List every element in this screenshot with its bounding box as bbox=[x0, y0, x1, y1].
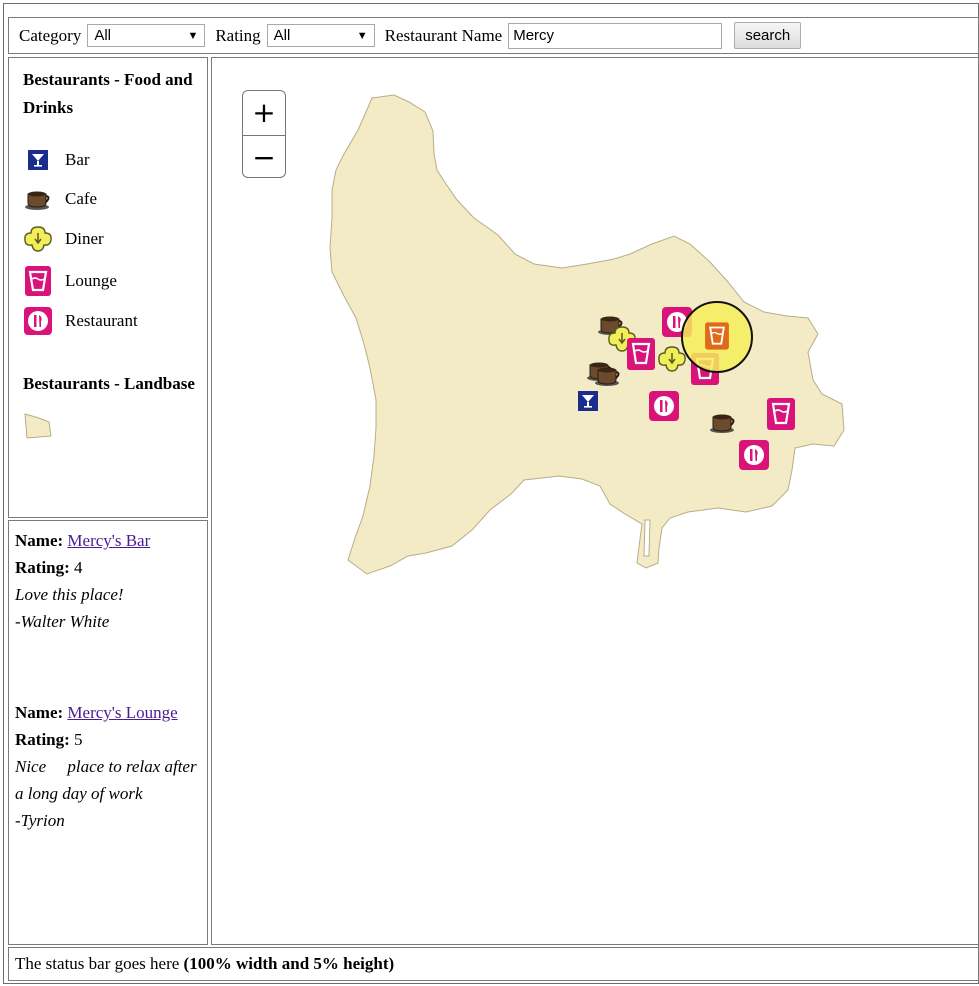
lounge-icon bbox=[23, 266, 53, 296]
rating-label: Rating bbox=[215, 25, 261, 45]
rating-label: Rating: bbox=[15, 558, 70, 577]
review-author: -Walter White bbox=[15, 612, 110, 631]
rating-select[interactable]: All ▼ bbox=[266, 24, 375, 47]
diner-icon bbox=[23, 224, 53, 254]
restaurant-name-input[interactable] bbox=[508, 22, 723, 49]
category-select-value: All bbox=[94, 27, 111, 44]
result-entry: Name: Mercy's Lounge Rating: 5 Nice plac… bbox=[15, 699, 203, 834]
legend-section-title-landbase: Bestaurants - Landbase bbox=[23, 374, 195, 393]
status-bold-text: (100% width and 5% height) bbox=[183, 954, 395, 973]
selected-lounge-marker[interactable] bbox=[705, 322, 729, 350]
name-label: Name: bbox=[15, 703, 64, 722]
legend-label-cafe: Cafe bbox=[65, 189, 98, 208]
map-view[interactable]: + − bbox=[211, 57, 979, 945]
zoom-out-button[interactable]: − bbox=[243, 136, 285, 180]
legend-item-lounge: Lounge bbox=[23, 260, 199, 302]
category-select[interactable]: All ▼ bbox=[87, 24, 206, 47]
rating-value: 5 bbox=[74, 730, 83, 749]
result-name-link[interactable]: Mercy's Lounge bbox=[67, 703, 177, 722]
legend-label-lounge: Lounge bbox=[65, 271, 117, 290]
lounge-marker[interactable] bbox=[625, 336, 657, 372]
review-text: Nice place to relax after a long day of … bbox=[15, 757, 201, 803]
search-toolbar: Category All ▼ Rating All ▼ Restaurant N… bbox=[8, 17, 979, 54]
rating-label: Rating: bbox=[15, 730, 70, 749]
coffee-cup-icon bbox=[23, 184, 53, 214]
restaurant-marker[interactable] bbox=[739, 440, 769, 470]
landbase-polygon[interactable] bbox=[329, 94, 845, 575]
restaurant-marker[interactable] bbox=[649, 391, 679, 421]
search-button[interactable]: search bbox=[734, 22, 802, 49]
result-name-link[interactable]: Mercy's Bar bbox=[67, 531, 150, 550]
name-label: Name: bbox=[15, 531, 64, 550]
polygon-swatch-icon bbox=[23, 412, 55, 447]
legend-panel: Bestaurants - Food and Drinks Bar Cafe D… bbox=[8, 57, 208, 518]
chevron-down-icon: ▼ bbox=[356, 29, 368, 42]
restaurant-name-label: Restaurant Name bbox=[384, 25, 503, 45]
cafe-marker[interactable] bbox=[594, 366, 620, 387]
bar-marker[interactable] bbox=[578, 391, 598, 411]
legend-item-restaurant: Restaurant bbox=[23, 302, 199, 340]
legend-item-bar: Bar bbox=[23, 140, 199, 180]
legend-item-diner: Diner bbox=[23, 218, 199, 260]
map-canvas[interactable] bbox=[212, 58, 979, 945]
result-entry: Name: Mercy's Bar Rating: 4 Love this pl… bbox=[15, 527, 203, 635]
status-bar: The status bar goes here (100% width and… bbox=[8, 947, 979, 981]
zoom-in-button[interactable]: + bbox=[243, 91, 285, 135]
rating-value: 4 bbox=[74, 558, 83, 577]
legend-label-bar: Bar bbox=[65, 150, 90, 169]
legend-label-restaurant: Restaurant bbox=[65, 311, 138, 330]
bar-icon bbox=[23, 145, 53, 175]
cafe-marker[interactable] bbox=[709, 413, 735, 434]
category-label: Category bbox=[19, 25, 82, 45]
dock-inlet bbox=[643, 519, 651, 557]
legend-label-diner: Diner bbox=[65, 229, 104, 248]
legend-section-title-food: Bestaurants - Food and Drinks bbox=[23, 70, 193, 117]
chevron-down-icon: ▼ bbox=[187, 29, 199, 42]
status-text: The status bar goes here bbox=[15, 954, 184, 973]
review-text: Love this place! bbox=[15, 585, 124, 604]
restaurant-icon bbox=[23, 306, 53, 336]
lounge-marker[interactable] bbox=[765, 396, 797, 432]
legend-item-cafe: Cafe bbox=[23, 180, 199, 218]
results-info-panel: Name: Mercy's Bar Rating: 4 Love this pl… bbox=[8, 520, 208, 945]
zoom-control: + − bbox=[242, 90, 286, 178]
rating-select-value: All bbox=[273, 27, 291, 44]
review-author: -Tyrion bbox=[15, 811, 65, 830]
